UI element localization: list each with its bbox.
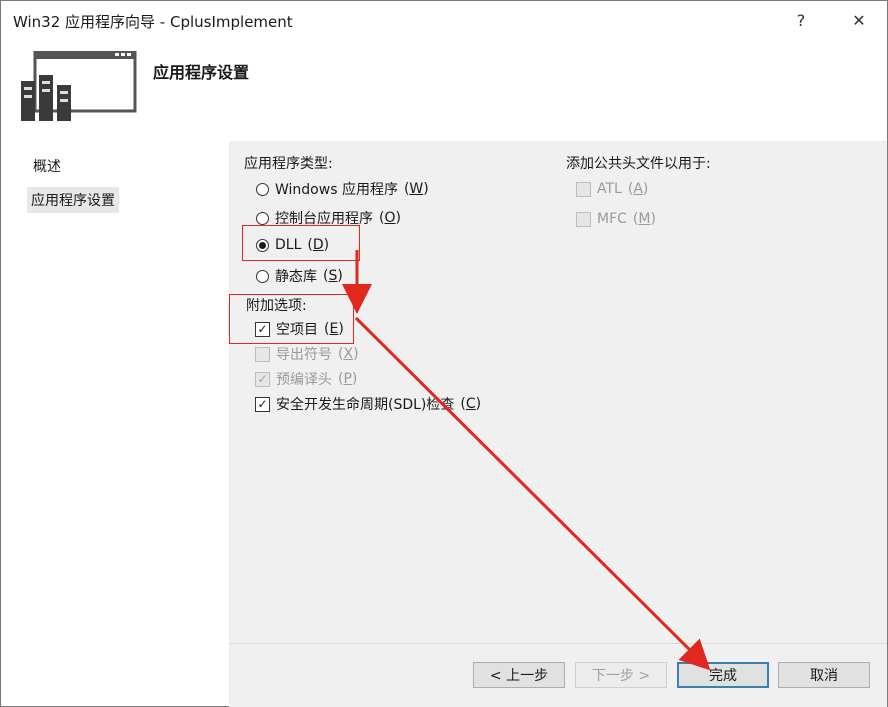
title-bar: Win32 应用程序向导 - CplusImplement ? ✕ [1,1,887,41]
radio-windows-app[interactable]: Windows 应用程序 (W) [256,179,429,199]
radio-static-lib[interactable]: 静态库 (S) [256,266,343,286]
checkbox-export-symbols: 导出符号 (X) [255,344,359,364]
settings-panel: 应用程序类型: Windows 应用程序 (W) 控制台应用程序 (O) DLL (D… [229,141,887,643]
checkbox-box [576,211,591,227]
check-icon[interactable]: ✓ [255,396,270,412]
annotation-box-dll [242,225,360,261]
window-title: Win32 应用程序向导 - CplusImplement [13,13,293,31]
checkbox-sdl-checks[interactable]: ✓ 安全开发生命周期(SDL)检查 (C) [255,394,481,414]
page-title: 应用程序设置 [153,63,250,82]
check-icon: ✓ [255,371,270,387]
checkbox-mfc: MFC (M) [576,211,656,227]
checkbox-box [576,181,591,197]
app-window-icon [21,51,137,121]
help-button[interactable]: ? [781,7,821,35]
checkbox-precompiled-header: ✓ 预编译头 (P) [255,369,357,389]
prev-button[interactable]: < 上一步 [473,662,565,688]
close-button[interactable]: ✕ [839,7,879,35]
app-type-label: 应用程序类型: [244,156,333,172]
radio-indicator[interactable] [256,211,269,225]
sidebar-item-app-settings[interactable]: 应用程序设置 [27,187,119,213]
footer: < 上一步 下一步 > 完成 取消 [229,643,887,707]
sidebar-item-overview[interactable]: 概述 [29,153,65,179]
radio-indicator[interactable] [256,182,269,196]
annotation-box-extra [229,294,354,344]
checkbox-atl: ATL (A) [576,181,648,197]
radio-indicator[interactable] [256,269,269,283]
finish-button[interactable]: 完成 [677,662,769,688]
sidebar: 概述 应用程序设置 [1,141,228,706]
cancel-button[interactable]: 取消 [778,662,870,688]
common-headers-label: 添加公共头文件以用于: [566,156,711,172]
next-button: 下一步 > [575,662,667,688]
wizard-dialog: Win32 应用程序向导 - CplusImplement ? ✕ 应用程序设置… [0,0,888,707]
checkbox-box [255,346,270,362]
